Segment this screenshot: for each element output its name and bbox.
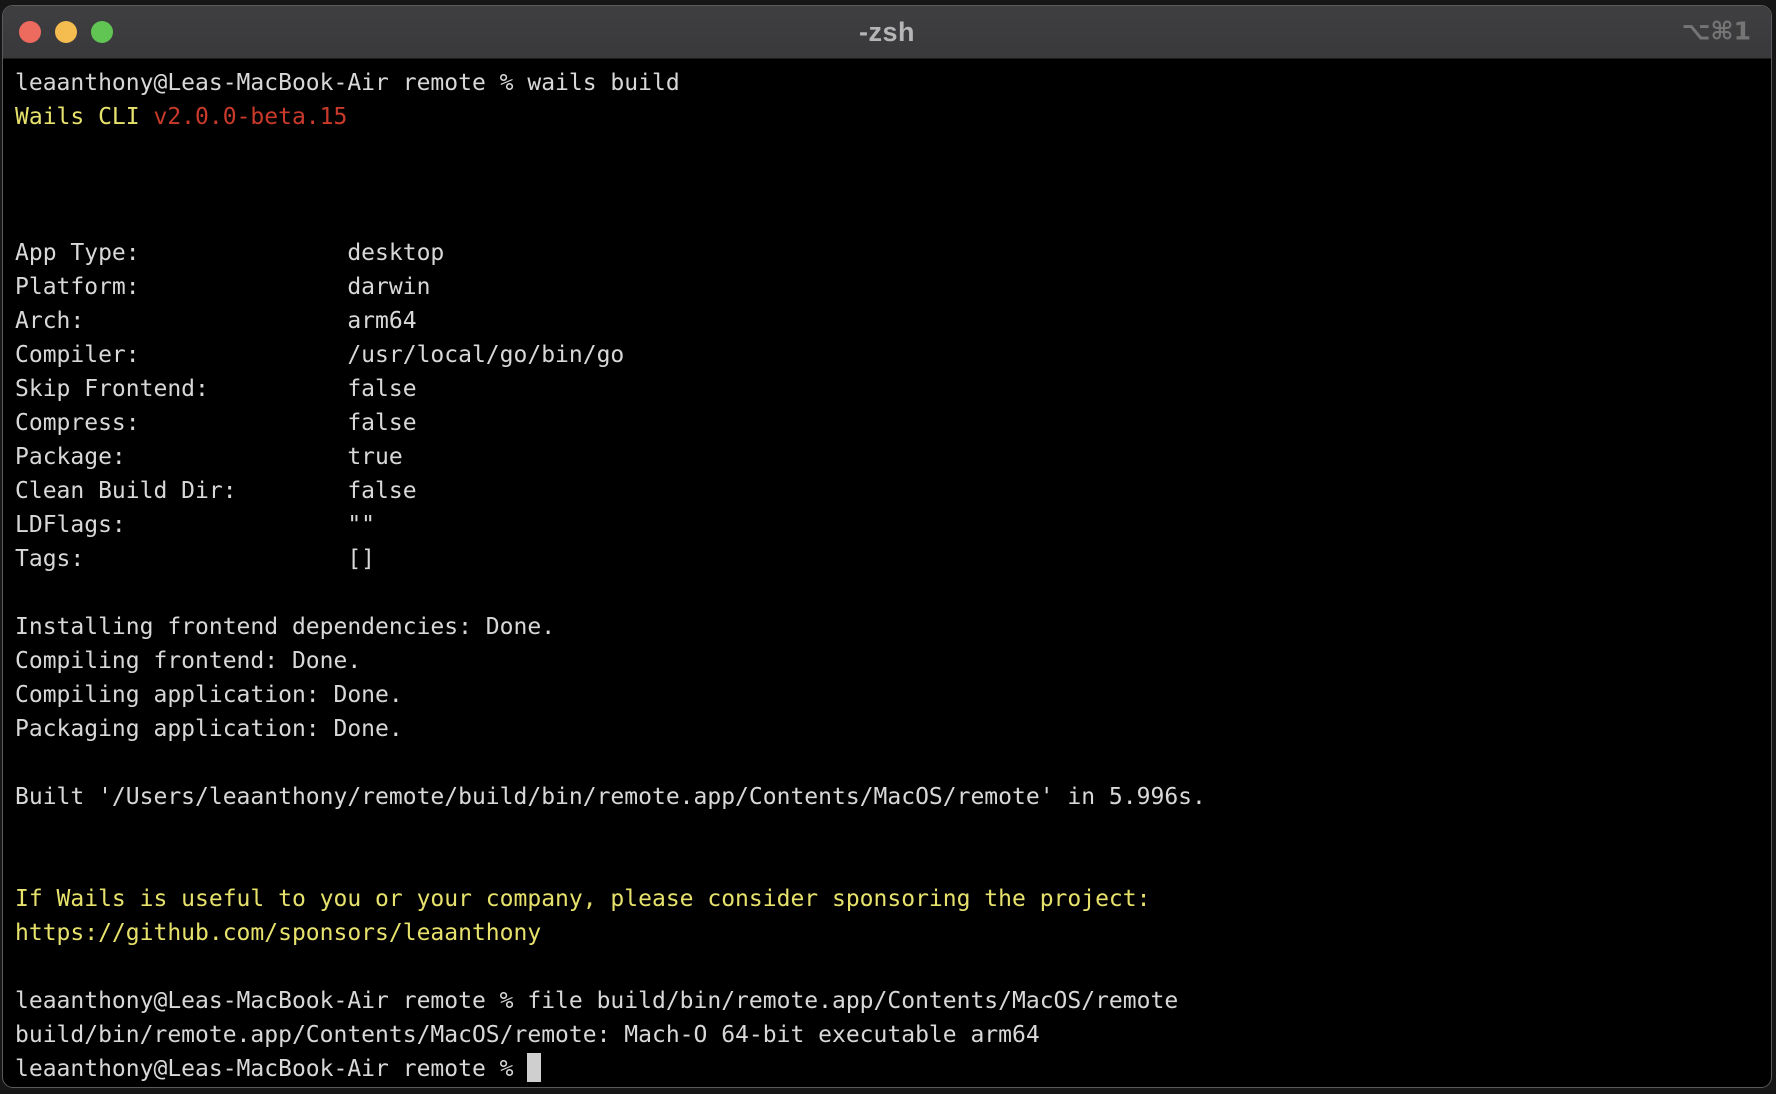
terminal-line: Packaging application: Done. — [15, 712, 1771, 746]
terminal-text-segment: Packaging application: Done. — [15, 716, 403, 742]
terminal-text-segment: Clean Build Dir: false — [15, 478, 417, 504]
terminal-line: LDFlags: "" — [15, 508, 1771, 542]
terminal-line: Compiling frontend: Done. — [15, 644, 1771, 678]
window-title: -zsh — [3, 17, 1771, 48]
traffic-lights — [19, 21, 113, 43]
terminal-line — [15, 576, 1771, 610]
terminal-line — [15, 814, 1771, 848]
zoom-button[interactable] — [91, 21, 113, 43]
terminal-text-segment: https://github.com/sponsors/leaanthony — [15, 920, 541, 946]
terminal-line: leaanthony@Leas-MacBook-Air remote % fil… — [15, 984, 1771, 1018]
terminal-text-segment: Built '/Users/leaanthony/remote/build/bi… — [15, 784, 1206, 810]
terminal-text-segment: Wails CLI — [15, 104, 153, 130]
terminal-text-segment: Package: true — [15, 444, 403, 470]
terminal-text-segment: Tags: [] — [15, 546, 375, 572]
terminal-line — [15, 134, 1771, 168]
terminal-line — [15, 168, 1771, 202]
terminal-line: Package: true — [15, 440, 1771, 474]
terminal-line: Compiling application: Done. — [15, 678, 1771, 712]
terminal-line — [15, 202, 1771, 236]
terminal-line: Wails CLI v2.0.0-beta.15 — [15, 100, 1771, 134]
terminal-line: Compress: false — [15, 406, 1771, 440]
terminal-cursor — [527, 1053, 541, 1082]
terminal-text-segment: LDFlags: "" — [15, 512, 375, 538]
terminal-text-segment: Skip Frontend: false — [15, 376, 417, 402]
terminal-text-segment: Compress: false — [15, 410, 417, 436]
terminal-line: leaanthony@Leas-MacBook-Air remote % wai… — [15, 66, 1771, 100]
terminal-line: Built '/Users/leaanthony/remote/build/bi… — [15, 780, 1771, 814]
titlebar[interactable]: -zsh ⌥⌘1 — [3, 6, 1771, 59]
terminal-window: -zsh ⌥⌘1 leaanthony@Leas-MacBook-Air rem… — [2, 5, 1772, 1088]
terminal-line: If Wails is useful to you or your compan… — [15, 882, 1771, 916]
terminal-line: Skip Frontend: false — [15, 372, 1771, 406]
terminal-text-segment: Compiling frontend: Done. — [15, 648, 361, 674]
terminal-line: leaanthony@Leas-MacBook-Air remote % — [15, 1052, 1771, 1086]
terminal-text-segment: leaanthony@Leas-MacBook-Air remote % fil… — [15, 988, 1178, 1014]
terminal-line: Platform: darwin — [15, 270, 1771, 304]
terminal-output[interactable]: leaanthony@Leas-MacBook-Air remote % wai… — [3, 59, 1771, 1086]
minimize-button[interactable] — [55, 21, 77, 43]
terminal-line: Arch: arm64 — [15, 304, 1771, 338]
terminal-line: Tags: [] — [15, 542, 1771, 576]
terminal-text-segment: If Wails is useful to you or your compan… — [15, 886, 1150, 912]
terminal-text-segment: build/bin/remote.app/Contents/MacOS/remo… — [15, 1022, 1040, 1048]
terminal-line — [15, 950, 1771, 984]
terminal-text-segment: Platform: darwin — [15, 274, 430, 300]
terminal-line: Compiler: /usr/local/go/bin/go — [15, 338, 1771, 372]
terminal-line: Clean Build Dir: false — [15, 474, 1771, 508]
terminal-text-segment: Compiling application: Done. — [15, 682, 403, 708]
terminal-text-segment: Installing frontend dependencies: Done. — [15, 614, 555, 640]
terminal-text-segment: Arch: arm64 — [15, 308, 417, 334]
terminal-line — [15, 746, 1771, 780]
terminal-line: App Type: desktop — [15, 236, 1771, 270]
terminal-text-segment: App Type: desktop — [15, 240, 444, 266]
terminal-line — [15, 848, 1771, 882]
terminal-line: build/bin/remote.app/Contents/MacOS/remo… — [15, 1018, 1771, 1052]
terminal-text-segment: leaanthony@Leas-MacBook-Air remote % wai… — [15, 70, 680, 96]
terminal-text-segment: leaanthony@Leas-MacBook-Air remote % — [15, 1056, 527, 1082]
keyboard-shortcut-badge: ⌥⌘1 — [1682, 16, 1751, 45]
close-button[interactable] — [19, 21, 41, 43]
terminal-line: Installing frontend dependencies: Done. — [15, 610, 1771, 644]
terminal-text-segment: Compiler: /usr/local/go/bin/go — [15, 342, 624, 368]
terminal-text-segment: v2.0.0-beta.15 — [153, 104, 347, 130]
terminal-line: https://github.com/sponsors/leaanthony — [15, 916, 1771, 950]
